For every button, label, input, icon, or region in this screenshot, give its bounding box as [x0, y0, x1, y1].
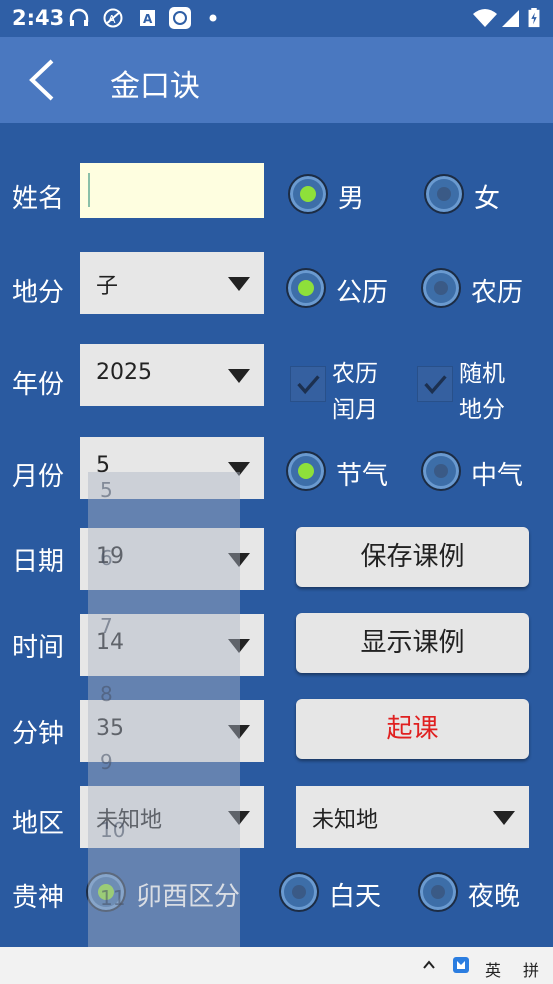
noble-day-radio[interactable]: 白天	[279, 872, 399, 914]
year-value: 2025	[96, 360, 152, 385]
dropdown-arrow-icon	[493, 811, 515, 825]
leap-month-line2: 闰月	[332, 397, 378, 423]
earth-dropdown[interactable]: 子	[80, 252, 264, 314]
blocked-a-icon: A	[103, 8, 123, 28]
font-a-icon: A	[140, 10, 155, 26]
noble-day-label: 白天	[329, 882, 382, 912]
gender-female-radio[interactable]: 女	[424, 174, 514, 216]
calendar-solar-label: 公历	[336, 278, 389, 308]
ime-logo-icon[interactable]	[452, 956, 470, 974]
status-time: 2:43	[12, 6, 65, 30]
day-label: 日期	[12, 547, 65, 577]
noble-label: 贵神	[12, 883, 65, 913]
noble-night-radio[interactable]: 夜晚	[418, 872, 538, 914]
leap-month-label: 农历 闰月	[332, 356, 392, 428]
picker-item[interactable]: 5	[100, 478, 113, 502]
chevron-left-icon[interactable]	[22, 53, 66, 107]
term-zhongqi-label: 中气	[471, 461, 524, 491]
radio-dot	[298, 463, 314, 479]
check-icon	[417, 366, 453, 402]
start-divination-button[interactable]: 起课	[296, 699, 529, 759]
random-earth-line2: 地分	[459, 397, 505, 423]
picker-item[interactable]: 8	[100, 682, 113, 706]
minute-label: 分钟	[12, 719, 65, 749]
month-label: 月份	[12, 462, 65, 492]
page-title: 金口诀	[110, 69, 200, 104]
picker-item[interactable]: 10	[100, 818, 125, 842]
radio-dot	[292, 885, 306, 899]
radio-dot	[434, 281, 448, 295]
region-label: 地区	[12, 809, 65, 839]
battery-charging-icon	[528, 8, 540, 28]
calendar-lunar-radio[interactable]: 农历	[421, 268, 541, 310]
earth-label: 地分	[12, 278, 65, 308]
term-zhongqi-radio[interactable]: 中气	[421, 451, 541, 493]
ime-bar: 英 拼	[0, 947, 553, 984]
year-label: 年份	[12, 370, 65, 400]
calendar-lunar-label: 农历	[471, 278, 524, 308]
wifi-icon	[473, 9, 497, 27]
headset-icon	[69, 8, 89, 26]
region-dropdown-2[interactable]: 未知地	[296, 786, 529, 848]
signal-icon	[502, 10, 519, 27]
random-earth-label: 随机 地分	[459, 356, 519, 428]
radio-dot	[431, 885, 445, 899]
dropdown-arrow-icon	[228, 277, 250, 291]
region-value-2: 未知地	[312, 808, 379, 833]
chevron-up-icon[interactable]	[423, 960, 435, 970]
picker-item[interactable]: 7	[100, 614, 113, 638]
status-bar: 2:43 A A	[0, 0, 553, 37]
radio-dot	[300, 186, 316, 202]
svg-text:A: A	[108, 13, 116, 26]
earth-value: 子	[96, 274, 119, 299]
svg-text:A: A	[143, 12, 153, 26]
year-dropdown[interactable]: 2025	[80, 344, 264, 406]
calendar-solar-radio[interactable]: 公历	[286, 268, 406, 310]
gender-male-label: 男	[338, 184, 365, 214]
leap-month-line1: 农历	[332, 361, 378, 387]
name-label: 姓名	[12, 184, 65, 214]
show-case-button[interactable]: 显示课例	[296, 613, 529, 673]
term-jieqi-radio[interactable]: 节气	[286, 451, 406, 493]
text-caret	[88, 173, 90, 207]
number-picker-overlay[interactable]: 5 6 7 8 9 10 11	[88, 472, 240, 947]
hour-label: 时间	[12, 633, 65, 663]
noble-night-label: 夜晚	[468, 882, 521, 912]
gender-male-radio[interactable]: 男	[288, 174, 378, 216]
app-bar: 金口诀	[0, 37, 553, 123]
picker-item[interactable]: 6	[100, 546, 113, 570]
random-earth-checkbox[interactable]: 随机 地分	[417, 356, 527, 426]
leap-month-checkbox[interactable]: 农历 闰月	[290, 356, 400, 426]
notification-dot-icon	[209, 14, 217, 22]
picker-item[interactable]: 11	[100, 886, 125, 910]
radio-dot	[434, 464, 448, 478]
term-jieqi-label: 节气	[336, 461, 389, 491]
random-earth-line1: 随机	[459, 361, 505, 387]
picker-item[interactable]: 9	[100, 750, 113, 774]
ime-pinyin-toggle[interactable]: 拼	[523, 957, 539, 981]
du-app-icon	[169, 7, 191, 29]
radio-dot	[437, 187, 451, 201]
save-case-button[interactable]: 保存课例	[296, 527, 529, 587]
gender-female-label: 女	[474, 184, 501, 214]
dropdown-arrow-icon	[228, 369, 250, 383]
ime-lang-toggle[interactable]: 英	[485, 957, 501, 981]
name-input[interactable]	[80, 163, 264, 218]
radio-dot	[298, 280, 314, 296]
check-icon	[290, 366, 326, 402]
